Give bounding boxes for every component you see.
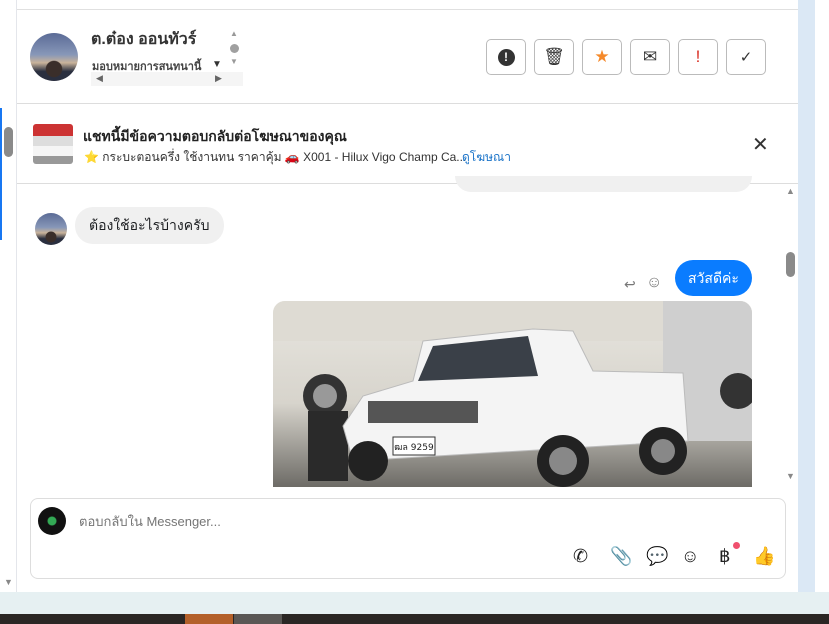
important-button[interactable]: !: [678, 39, 718, 75]
truck-image: ฒล 9259: [273, 301, 752, 487]
call-plus-icon[interactable]: ✆: [573, 546, 588, 567]
divider: [17, 103, 798, 104]
composer-box: [30, 498, 786, 579]
exclamation-octagon-icon: !: [497, 48, 515, 66]
contact-name: ต.ต๋อง ออนทัวร์: [91, 31, 197, 48]
ad-banner-title: แชทนี้มีข้อความตอบกลับต่อโฆษณาของคุณ: [83, 128, 347, 144]
page-avatar: [38, 507, 66, 535]
selection-indicator: [0, 108, 2, 240]
check-icon: ✓: [739, 49, 753, 66]
incoming-message: ต้องใช้อะไรบ้างครับ: [75, 207, 224, 244]
left-scrollbar-thumb[interactable]: [4, 127, 13, 157]
scroll-up-icon[interactable]: ▲: [230, 29, 238, 38]
spam-button[interactable]: !: [486, 39, 526, 75]
divider: [17, 9, 798, 10]
previous-message-bubble: [455, 176, 752, 192]
panel-gutter: [798, 0, 815, 592]
taskbar: [0, 614, 829, 624]
exclamation-icon: !: [695, 47, 701, 66]
thumbs-up-icon[interactable]: 👍: [753, 546, 775, 567]
react-emoji-icon[interactable]: ☺: [646, 274, 662, 292]
chat-scroll-up[interactable]: ▲: [786, 186, 795, 196]
done-button[interactable]: ✓: [726, 39, 766, 75]
envelope-icon: ✉: [642, 47, 658, 66]
ad-thumbnail: [33, 124, 73, 164]
right-panel: [815, 0, 829, 592]
baht-icon[interactable]: ฿: [719, 546, 730, 567]
star-icon: ★: [594, 47, 610, 66]
chat-scroll-down[interactable]: ▼: [786, 471, 795, 481]
trash-icon: 🗑: [543, 47, 565, 66]
horizontal-scrollbar[interactable]: ◀ ▶: [91, 72, 243, 86]
emoji-icon[interactable]: ☺: [681, 546, 699, 567]
left-scroll-down[interactable]: ▼: [4, 577, 13, 587]
view-ad-link[interactable]: ดูโฆษณา: [462, 148, 511, 167]
close-icon[interactable]: ✕: [752, 132, 769, 157]
truck-photo[interactable]: ฒล 9259: [273, 301, 752, 487]
caret-down-icon[interactable]: ▼: [212, 59, 222, 70]
mark-unread-button[interactable]: ✉: [630, 39, 670, 75]
ad-banner-subtitle: ⭐ กระบะตอนครึ่ง ใช้งานทน ราคาคุ้ม 🚗 X001…: [84, 150, 467, 164]
reply-input[interactable]: [79, 514, 579, 529]
left-panel-edge: [0, 0, 17, 592]
star-button[interactable]: ★: [582, 39, 622, 75]
notification-dot: [733, 542, 740, 549]
reply-icon[interactable]: ↩: [624, 276, 636, 293]
taskbar-app[interactable]: [234, 614, 282, 624]
paperclip-icon[interactable]: 📎: [610, 546, 632, 567]
chat-bubble-icon[interactable]: 💬: [646, 546, 668, 567]
scroll-down-icon[interactable]: ▼: [230, 57, 238, 66]
sender-avatar: [35, 213, 67, 245]
scrollbar-thumb[interactable]: [230, 44, 239, 53]
license-plate: ฒล 9259: [394, 443, 434, 453]
delete-button[interactable]: 🗑: [534, 39, 574, 75]
taskbar-app[interactable]: [185, 614, 233, 624]
contact-avatar[interactable]: [30, 33, 78, 81]
chat-scrollbar-thumb[interactable]: [786, 252, 795, 277]
outgoing-message: สวัสดีค่ะ: [675, 260, 752, 296]
